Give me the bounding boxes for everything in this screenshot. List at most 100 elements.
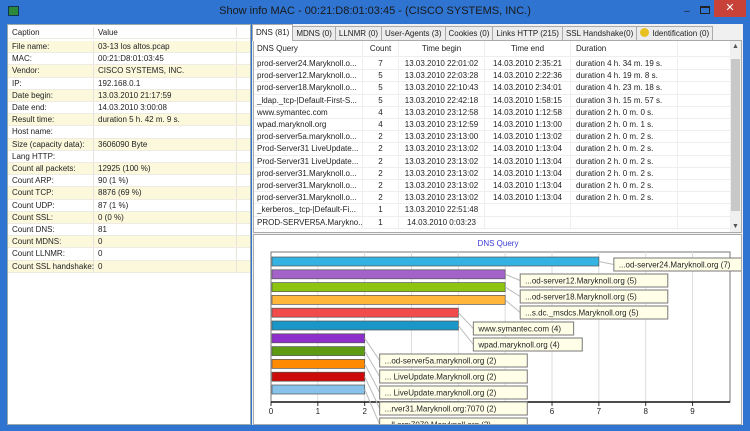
column-header[interactable]: DNS Query [254, 41, 363, 56]
table-cell [678, 155, 731, 167]
info-row[interactable]: Vendor: CISCO SYSTEMS, INC. [8, 65, 250, 78]
table-row[interactable]: prod-server24.Maryknoll.o... 7 13.03.2010 … [254, 58, 731, 71]
table-cell: 7 [363, 58, 399, 70]
table-cell: 2 [363, 180, 399, 192]
table-row[interactable]: www.symantec.com 4 13.03.2010 23:12:58 14.0… [254, 106, 731, 119]
tab-llnmr[interactable]: LLNMR (0) [334, 26, 383, 41]
info-row[interactable]: Result time: duration 5 h. 42 m. 9 s. [8, 114, 250, 127]
table-cell: duration 2 h. 0 m. 2 s. [571, 167, 678, 179]
x-tick-label: 8 [643, 407, 648, 416]
table-row[interactable]: prod-server18.Maryknoll.o... 5 13.03.2010 … [254, 82, 731, 95]
info-value: 0 (0 %) [94, 211, 237, 223]
info-row[interactable]: Size (capacity data): 3606090 Byte [8, 138, 250, 151]
info-caption: Count MDNS: [8, 236, 94, 248]
table-cell: 14.03.2010 1:13:04 [485, 155, 571, 167]
info-caption: Count UDP: [8, 199, 94, 211]
tab-ssl[interactable]: SSL Handshake(0) [561, 26, 638, 41]
table-row[interactable]: Prod-Server31 LiveUpdate... 2 13.03.2010 2… [254, 143, 731, 156]
table-cell: _kerberos._tcp-|Default-Fi... [254, 204, 363, 216]
chart-title: DNS Query [478, 239, 519, 248]
info-caption: Lang HTTP: [8, 150, 94, 162]
table-row[interactable]: PROD-SERVER5A.Maryknо... 1 14.03.2010 0:03… [254, 216, 731, 229]
table-cell: 14.03.2010 1:13:04 [485, 167, 571, 179]
tab-label: User-Agents (3) [385, 29, 442, 38]
table-cell: duration 4 h. 19 m. 8 s. [571, 70, 678, 82]
minimize-button[interactable]: – [680, 6, 694, 17]
info-row[interactable]: File name: 03-13 los altos.pcap [8, 41, 250, 54]
table-cell: duration 4 h. 34 m. 19 s. [571, 58, 678, 70]
table-cell: prod-server12.Maryknoll.o... [254, 70, 363, 82]
table-row[interactable]: prod-server5a.maryknoll.o... 2 13.03.2010 … [254, 131, 731, 144]
column-header[interactable]: Time begin [399, 41, 485, 56]
info-value: 0 [94, 248, 237, 260]
table-row[interactable]: prod-server31.Maryknoll.o... 2 13.03.2010 … [254, 180, 731, 193]
tab-identification[interactable]: Identification (0) [636, 26, 714, 41]
table-cell: 2 [363, 192, 399, 204]
data-label: ... LiveUpdate.Maryknoll.org (2) [385, 373, 497, 382]
maximize-button[interactable] [700, 6, 710, 14]
table-row[interactable]: prod-server31.Maryknoll.o... 2 13.03.2010 … [254, 167, 731, 180]
info-row[interactable]: Count UDP: 87 (1 %) [8, 199, 250, 212]
table-cell: 13.03.2010 23:13:02 [399, 143, 485, 155]
tab-cookies[interactable]: Cookies (0) [444, 26, 494, 41]
table-row[interactable]: Prod-Server31 LiveUpdate... 2 13.03.2010 2… [254, 155, 731, 168]
table-cell: 13.03.2010 23:13:02 [399, 180, 485, 192]
info-row[interactable]: MAC: 00:21:D8:01:03:45 [8, 53, 250, 66]
data-label: ...od-server5a.maryknoll.org (2) [385, 357, 497, 366]
info-value: 0 [94, 236, 237, 248]
dns-table[interactable]: ▲ ▼ DNS Query Count Time begin Time end Dura… [253, 40, 742, 233]
info-row[interactable]: Count SSL: 0 (0 %) [8, 211, 250, 224]
info-row[interactable]: Host name: [8, 126, 250, 139]
info-row[interactable]: Count all packets: 12925 (100 %) [8, 163, 250, 176]
x-tick-label: 1 [316, 407, 321, 416]
vertical-scrollbar[interactable]: ▲ ▼ [730, 41, 741, 232]
table-cell: www.symantec.com [254, 106, 363, 118]
column-header[interactable]: Count [363, 41, 399, 56]
info-caption: MAC: [8, 53, 94, 65]
info-row[interactable]: Count SSL handshake: 0 [8, 260, 250, 273]
scroll-up-icon[interactable]: ▲ [730, 43, 741, 50]
data-label: www.symantec.com (4) [477, 325, 561, 334]
info-row[interactable]: Date end: 14.03.2010 3:00:08 [8, 102, 250, 115]
info-row[interactable]: Count TCP: 8876 (69 %) [8, 187, 250, 200]
scroll-down-icon[interactable]: ▼ [730, 223, 741, 230]
data-label: ...s.dc._msdcs.Maryknoll.org (5) [525, 309, 639, 318]
table-cell: duration 3 h. 15 m. 57 s. [571, 94, 678, 106]
info-row[interactable]: Count DNS: 81 [8, 224, 250, 237]
info-grid[interactable]: Caption Value File name: 03-13 los altos.pc… [7, 24, 251, 425]
tab-links[interactable]: Links HTTP (215) [492, 26, 563, 41]
info-caption: IP: [8, 77, 94, 89]
details-panel: DNS (81) MDNS (0) LLNMR (0) User-Agents (3)… [252, 24, 743, 425]
info-row[interactable]: Lang HTTP: [8, 150, 250, 163]
info-caption: Result time: [8, 114, 94, 126]
table-cell: 14.03.2010 2:35:21 [485, 58, 571, 70]
table-row[interactable]: prod-server12.Maryknoll.o... 5 13.03.2010 … [254, 70, 731, 83]
column-header[interactable] [678, 41, 731, 56]
table-cell: 13.03.2010 22:03:28 [399, 70, 485, 82]
info-row[interactable]: Date begin: 13.03.2010 21:17:59 [8, 89, 250, 102]
bar [271, 307, 459, 318]
tab-dns[interactable]: DNS (81) [252, 24, 294, 41]
info-value: 0 [94, 260, 237, 272]
column-header[interactable]: Value [94, 27, 237, 39]
column-header[interactable]: Time end [485, 41, 571, 56]
table-row[interactable]: _ldap._tcp-|Default-First-S... 5 13.03.201… [254, 94, 731, 107]
info-row[interactable]: IP: 192.168.0.1 [8, 77, 250, 90]
table-row[interactable]: _kerberos._tcp-|Default-Fi... 1 13.03.2010… [254, 204, 731, 217]
table-row[interactable]: prod-server31.Maryknoll.o... 2 13.03.2010 … [254, 192, 731, 205]
table-cell: prod-server5a.maryknoll.o... [254, 131, 363, 143]
table-cell: 13.03.2010 23:12:58 [399, 106, 485, 118]
info-row[interactable]: Count MDNS: 0 [8, 236, 250, 249]
info-row[interactable]: Count LLNMR: 0 [8, 248, 250, 261]
table-row[interactable]: wpad.maryknoll.org 4 13.03.2010 23:12:59 14… [254, 119, 731, 132]
tab-user-agents[interactable]: User-Agents (3) [381, 26, 446, 41]
tab-mdns[interactable]: MDNS (0) [292, 26, 336, 41]
info-value [94, 126, 237, 138]
table-cell: prod-server18.Maryknoll.o... [254, 82, 363, 94]
column-header[interactable]: Duration [571, 41, 678, 56]
column-header[interactable]: Caption [8, 27, 94, 39]
scrollbar-thumb[interactable] [731, 59, 740, 211]
bar [271, 371, 366, 382]
close-button[interactable]: ✕ [714, 0, 746, 17]
info-row[interactable]: Count ARP: 90 (1 %) [8, 175, 250, 188]
